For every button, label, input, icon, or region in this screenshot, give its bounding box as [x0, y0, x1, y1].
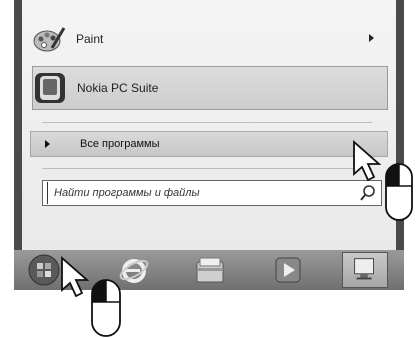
menu-item-paint[interactable]: Paint — [32, 18, 388, 60]
menu-item-nokia-pc-suite[interactable]: Nokia PC Suite — [32, 66, 388, 110]
desktop-icon — [354, 258, 374, 280]
submenu-arrow-icon — [369, 34, 374, 42]
menu-item-label: Nokia PC Suite — [77, 81, 159, 95]
start-menu: Paint Nokia PC Suite Все программы — [14, 0, 404, 250]
folder-icon[interactable] — [194, 254, 226, 286]
menu-separator — [42, 122, 372, 123]
paint-palette-icon — [33, 27, 66, 52]
menu-item-label: Paint — [76, 32, 104, 46]
internet-explorer-icon[interactable] — [118, 254, 150, 286]
all-programs-button[interactable]: Все программы — [30, 131, 388, 157]
windows-orb-icon[interactable] — [28, 254, 60, 286]
show-desktop-button[interactable] — [342, 252, 388, 288]
all-programs-label: Все программы — [80, 138, 160, 150]
left-click-mouse-icon — [91, 279, 121, 337]
nokia-pc-suite-icon — [35, 73, 65, 103]
left-click-mouse-icon — [385, 163, 413, 221]
right-triangle-icon — [45, 140, 50, 148]
search-box[interactable] — [42, 180, 382, 206]
search-input[interactable] — [47, 182, 359, 204]
media-player-icon[interactable] — [272, 254, 304, 286]
menu-separator — [42, 168, 372, 169]
